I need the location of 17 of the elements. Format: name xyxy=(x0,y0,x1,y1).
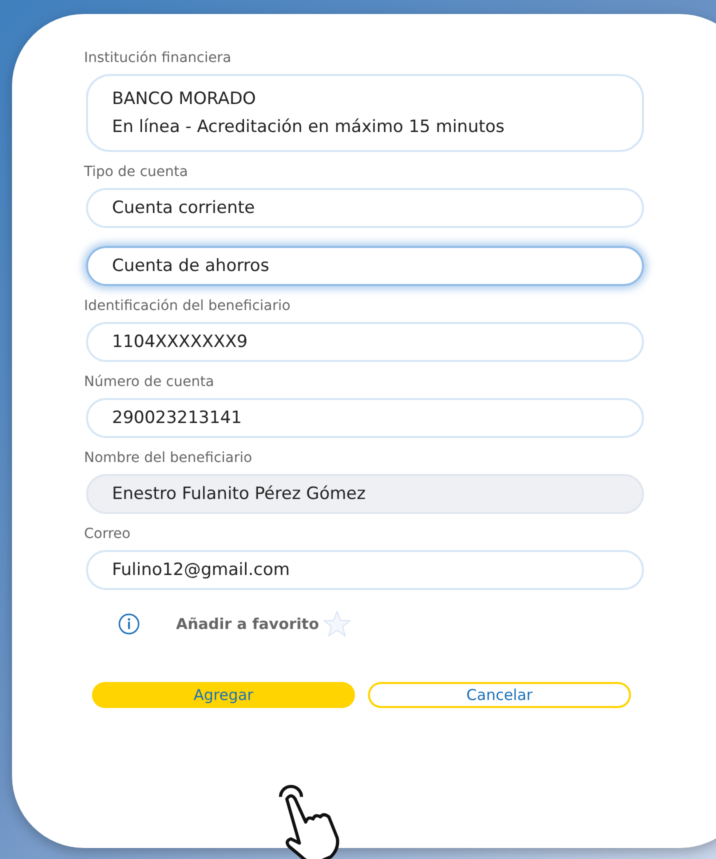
star-icon[interactable] xyxy=(323,610,351,638)
input-field[interactable]: 1104XXXXXXX9 xyxy=(86,322,644,362)
field-label: Correo xyxy=(84,526,132,542)
input-field[interactable]: Fulino12@gmail.com xyxy=(86,550,644,590)
bank-field[interactable]: BANCO MORADO En línea - Acreditación en máximo 15 minutos xyxy=(86,74,644,152)
field-label: Identificación del beneficiario xyxy=(84,298,292,314)
cancel-button[interactable]: Cancelar xyxy=(368,682,631,708)
account-type-option[interactable]: Cuenta corriente xyxy=(86,188,644,228)
favorite-label: Añadir a favorito xyxy=(176,615,319,633)
field-label: Número de cuenta xyxy=(84,374,216,390)
account-type-option[interactable]: Cuenta de ahorros xyxy=(86,246,644,286)
info-icon[interactable] xyxy=(118,613,140,635)
field-label: Tipo de cuenta xyxy=(84,164,189,180)
field-label: Institución financiera xyxy=(84,50,232,66)
add-button[interactable]: Agregar xyxy=(92,682,355,708)
field-label: Nombre del beneficiario xyxy=(84,450,254,466)
input-field[interactable]: 290023213141 xyxy=(86,398,644,438)
